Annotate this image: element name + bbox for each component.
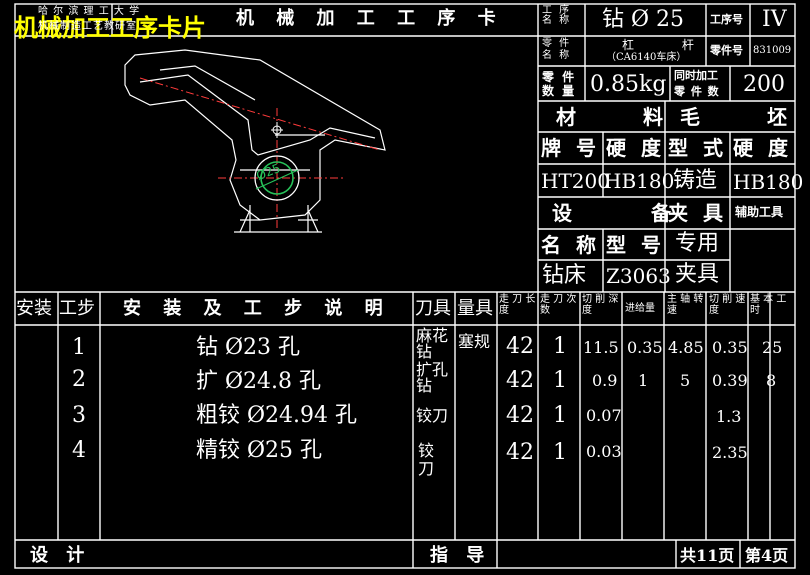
step-2-passes: 1 xyxy=(553,368,567,393)
step-1-gauge: 塞规 xyxy=(458,332,491,351)
step-2-no: 2 xyxy=(72,367,86,392)
design-label: 设 计 xyxy=(30,545,91,566)
type-label: 型 式 xyxy=(668,136,727,160)
step-2-time: 8 xyxy=(766,371,777,390)
step-1-speed: 0.35 xyxy=(712,338,748,357)
grade-label: 牌 号 xyxy=(541,136,600,160)
step-1-tool: 麻花钻 xyxy=(416,326,449,361)
card-title: 机 械 加 工 工 序 卡 xyxy=(236,8,504,29)
step-1-time: 25 xyxy=(762,338,783,357)
fixture-value-2: 夹具 xyxy=(675,262,720,287)
step-2-tool: 扩孔钻 xyxy=(416,360,449,395)
col-header-cut-speed: 切 削 速 度 xyxy=(709,294,746,316)
step-3-no: 3 xyxy=(72,403,86,428)
step-4-depth: 0.03 xyxy=(586,442,622,461)
step-1-no: 1 xyxy=(72,335,86,360)
step-1-desc: 钻 Ø23 孔 xyxy=(196,335,301,360)
col-header-cutting-tool: 刀具 xyxy=(415,298,451,319)
step-2-length: 42 xyxy=(506,368,534,393)
step-4-passes: 1 xyxy=(553,440,567,465)
blank-label: 毛 坯 xyxy=(680,105,810,129)
blank-hardness-label: 硬 度 xyxy=(733,136,792,160)
part-weight-label: 零 件 数 量 xyxy=(542,70,577,98)
part-no-label: 零件号 xyxy=(710,44,743,57)
step-3-speed: 1.3 xyxy=(716,407,742,426)
part-name-label: 零 件 名 称 xyxy=(542,38,572,61)
total-pages: 共11页 xyxy=(680,546,735,565)
part-no-value: 831009 xyxy=(753,45,792,56)
step-1-depth: 11.5 xyxy=(583,338,619,357)
simul-label-1: 同时加工 xyxy=(674,69,718,82)
part-drawing xyxy=(124,49,386,233)
type-value: 铸造 xyxy=(673,168,718,193)
guide-label: 指 导 xyxy=(430,545,491,566)
step-3-length: 42 xyxy=(506,403,534,428)
step-4-no: 4 xyxy=(72,438,86,463)
step-3-passes: 1 xyxy=(553,403,567,428)
col-header-setup: 安装 xyxy=(16,298,52,319)
step-4-tool: 铰刀 xyxy=(418,441,435,478)
hardness-value: HB180 xyxy=(604,169,675,193)
step-2-depth: 0.9 xyxy=(592,371,618,390)
step-4-desc: 精铰 Ø25 孔 xyxy=(196,438,323,463)
model-label: 型 号 xyxy=(606,233,665,257)
page-number: 第4页 xyxy=(745,546,789,565)
model-value: Z3063 xyxy=(606,264,671,288)
part-name-value: 杠 杆 xyxy=(622,38,716,52)
process-name-label: 工 序 名 称 xyxy=(542,5,572,26)
fixture-label: 夹 具 xyxy=(668,201,727,225)
step-3-depth: 0.07 xyxy=(586,406,622,425)
step-1-spindle: 4.85 xyxy=(668,338,704,357)
col-header-basic-time: 基 本 工 时 xyxy=(750,294,787,316)
name-value: 钻床 xyxy=(542,263,587,288)
col-header-cut-depth: 切 削 深 度 xyxy=(582,294,619,316)
step-4-length: 42 xyxy=(506,440,534,465)
col-header-tool-travel: 走 刀 长 度 xyxy=(499,294,536,316)
process-name-value: 钻 Ø 25 xyxy=(602,7,685,32)
process-no-label: 工序号 xyxy=(710,13,743,26)
material-label: 材 料 xyxy=(556,105,693,129)
grade-value: HT200 xyxy=(541,169,610,193)
school-line-1: 哈 尔 滨 理 工 大 学 xyxy=(38,6,141,17)
hardness-label: 硬 度 xyxy=(606,136,665,160)
simul-value: 200 xyxy=(743,72,785,97)
process-no-value: IV xyxy=(762,7,787,32)
blank-hardness-value: HB180 xyxy=(733,170,804,194)
step-2-feed: 1 xyxy=(638,371,649,390)
step-1-passes: 1 xyxy=(553,334,567,359)
step-3-desc: 粗铰 Ø24.94 孔 xyxy=(196,403,358,428)
part-name-note: （CA6140车床） xyxy=(606,52,687,63)
col-header-step: 工步 xyxy=(59,298,95,319)
step-2-speed: 0.39 xyxy=(712,371,748,390)
col-header-feed: 进给量 xyxy=(625,303,655,314)
fixture-value-1: 专用 xyxy=(675,231,720,256)
step-2-desc: 扩 Ø24.8 孔 xyxy=(196,369,322,394)
simul-label-2: 零 件 数 xyxy=(674,85,720,98)
col-header-spindle-speed: 主 轴 转 速 xyxy=(667,294,704,316)
col-header-description: 安 装 及 工 步 说 明 xyxy=(123,298,391,319)
step-2-spindle: 5 xyxy=(680,371,691,390)
part-weight-value: 0.85kg xyxy=(590,72,667,97)
col-header-passes: 走 刀 次 数 xyxy=(540,294,577,316)
name-label: 名 称 xyxy=(541,233,600,257)
aux-tool-label: 辅助工具 xyxy=(735,205,784,219)
col-header-gauge: 量具 xyxy=(457,298,493,319)
step-1-feed: 0.35 xyxy=(627,338,663,357)
school-line-2: 机械制造工艺教研室 xyxy=(38,21,137,32)
step-4-speed: 2.35 xyxy=(712,443,748,462)
step-1-length: 42 xyxy=(506,334,534,359)
step-3-tool: 铰刀 xyxy=(416,406,449,425)
